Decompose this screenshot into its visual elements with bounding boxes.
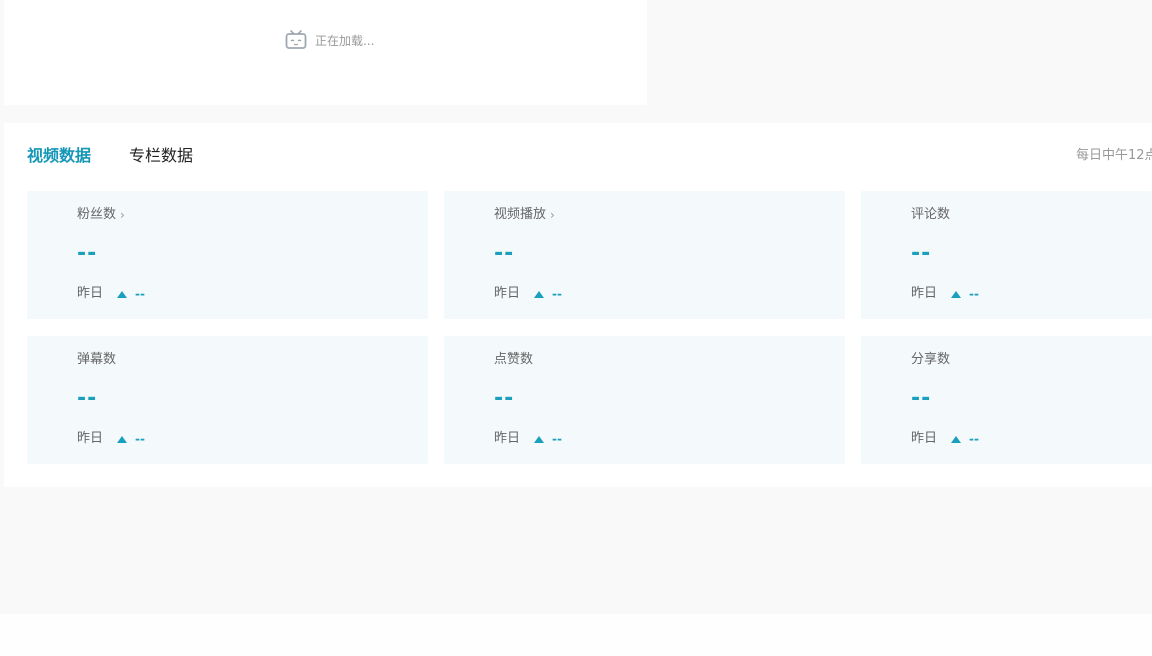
data-overview-panel: 视频数据 专栏数据 每日中午12点 粉丝数 › -- 昨日 -- 视频播放 › … [4,123,1152,487]
tab-article-data[interactable]: 专栏数据 [129,146,193,166]
stat-card-title-link[interactable]: 视频播放 › [494,207,555,223]
loading-text: 正在加载... [315,33,375,48]
trend-up-triangle-icon [951,435,962,443]
stat-card-title-link[interactable]: 粉丝数 › [77,207,125,223]
stat-card-footer: 昨日 -- [911,431,979,447]
bottom-area [0,614,1152,656]
stat-card-title-wrap: 弹幕数 [77,352,116,368]
stat-card-footer-label: 昨日 [911,431,938,446]
stat-card-footer-label: 昨日 [77,431,104,446]
trend-up-triangle-icon [534,435,545,443]
stat-card-title-wrap: 分享数 [911,352,950,368]
stat-card-footer: 昨日 -- [77,431,145,447]
stat-card-title: 弹幕数 [77,352,117,367]
stat-card-footer-label: 昨日 [494,286,521,301]
stat-card-title: 评论数 [911,207,951,222]
stat-card-footer-label: 昨日 [911,286,938,301]
tab-video-data[interactable]: 视频数据 [27,146,91,166]
update-time-note: 每日中午12点 [1076,148,1152,163]
stat-card-delta: -- [969,432,979,446]
stat-card-value: -- [494,386,515,411]
trend-up-triangle-icon [117,290,128,298]
stat-card-title-wrap: 点赞数 [494,352,533,368]
loading-panel: 正在加载... [4,0,647,105]
stat-card-title: 粉丝数 [77,207,117,222]
stat-card-delta: -- [552,287,562,301]
tv-mascot-icon [285,30,307,49]
chevron-right-icon: › [550,208,555,222]
stat-card-footer-label: 昨日 [77,286,104,301]
stat-card-value: -- [77,241,98,266]
stat-card-delta: -- [552,432,562,446]
stat-card-video-plays: 视频播放 › -- 昨日 -- [444,191,845,319]
stat-card-title: 分享数 [911,352,951,367]
stat-card-value: -- [77,386,98,411]
trend-up-triangle-icon [534,290,545,298]
loading-indicator: 正在加载... [285,29,374,51]
stat-card-footer: 昨日 -- [494,431,562,447]
stat-card-comments: 评论数 -- 昨日 -- [861,191,1152,319]
stat-card-followers: 粉丝数 › -- 昨日 -- [27,191,428,319]
stat-card-delta: -- [969,287,979,301]
stat-card-shares: 分享数 -- 昨日 -- [861,336,1152,464]
stat-card-footer: 昨日 -- [494,286,562,302]
stat-card-value: -- [911,386,932,411]
stat-card-title-wrap: 评论数 [911,207,950,223]
data-tabs: 视频数据 专栏数据 [27,146,193,166]
stat-card-footer-label: 昨日 [494,431,521,446]
stat-card-value: -- [911,241,932,266]
stat-card-title: 视频播放 [494,207,547,222]
stat-card-footer: 昨日 -- [911,286,979,302]
stat-card-likes: 点赞数 -- 昨日 -- [444,336,845,464]
stat-card-delta: -- [135,287,145,301]
stat-card-footer: 昨日 -- [77,286,145,302]
stat-card-danmaku: 弹幕数 -- 昨日 -- [27,336,428,464]
chevron-right-icon: › [120,208,125,222]
trend-up-triangle-icon [117,435,128,443]
stat-card-value: -- [494,241,515,266]
stat-card-title: 点赞数 [494,352,534,367]
trend-up-triangle-icon [951,290,962,298]
stat-card-delta: -- [135,432,145,446]
